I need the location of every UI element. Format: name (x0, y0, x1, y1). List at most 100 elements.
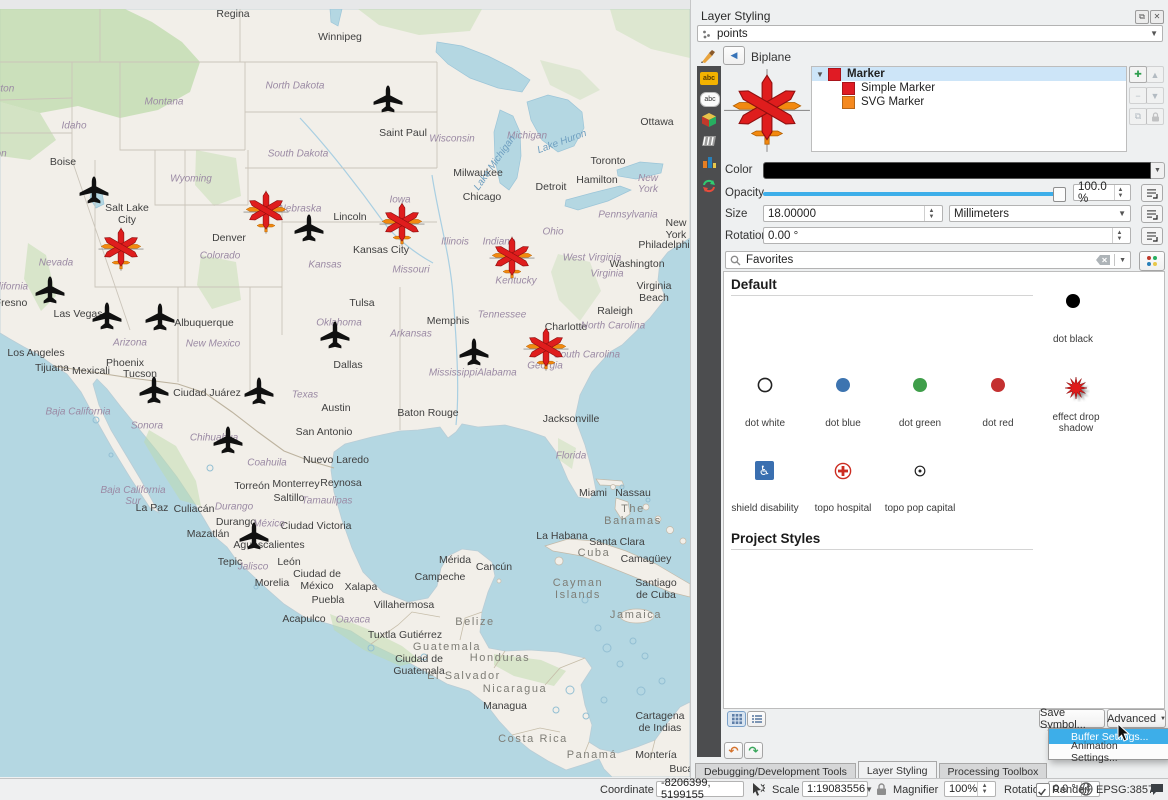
menu-item-animation-settings[interactable]: Animation Settings... (1049, 744, 1168, 759)
tree-row-marker[interactable]: ▼ Marker (812, 67, 1126, 81)
map-label: Tulsa (349, 297, 374, 309)
map-label: Montana (145, 97, 184, 108)
symbol-dot-green[interactable] (912, 377, 928, 398)
redo-button[interactable]: ↷ (744, 742, 763, 759)
stepper-icons[interactable]: ▲▼ (924, 206, 938, 221)
symbol-topo-pop-capital[interactable] (914, 464, 926, 482)
map-label: Chicago (463, 191, 502, 203)
clear-search-icon[interactable] (1096, 255, 1110, 265)
biplane-star-marker[interactable] (375, 198, 429, 252)
rotation-data-defined-button[interactable] (1141, 227, 1163, 245)
expander-icon[interactable]: ▼ (816, 70, 828, 79)
stepper-icons[interactable]: ▲▼ (1112, 228, 1126, 243)
search-icon (730, 255, 741, 266)
crs-globe-icon[interactable] (1079, 782, 1093, 800)
layer-selector[interactable]: points ▼ (697, 25, 1163, 42)
airplane-marker[interactable] (33, 274, 67, 308)
airplane-marker[interactable] (318, 319, 352, 353)
duplicate-button[interactable]: ⧉ (1129, 108, 1147, 125)
lock-button[interactable] (1146, 108, 1164, 125)
float-panel-icon[interactable]: ⧉ (1135, 10, 1149, 24)
symbol-effect-drop-shadow[interactable] (1062, 374, 1090, 407)
symbol-dot-red[interactable] (990, 377, 1006, 398)
opacity-slider[interactable] (763, 192, 1059, 196)
extents-tracking-icon[interactable] (750, 782, 765, 800)
gallery-section-default: Default (731, 277, 777, 292)
symbol-search-input[interactable]: Favorites ▼ (725, 251, 1131, 269)
color-dropdown-icon[interactable]: ▼ (1151, 162, 1165, 179)
stepper-icons[interactable]: ▲▼ (1114, 185, 1126, 200)
airplane-marker[interactable] (457, 336, 491, 370)
back-button[interactable]: ◀ (723, 46, 745, 65)
render-checkbox[interactable] (1036, 783, 1050, 797)
biplane-star-marker[interactable] (239, 186, 293, 240)
scale-value: 1:19083556 (807, 783, 865, 795)
diagrams-icon[interactable] (701, 154, 717, 175)
size-data-defined-button[interactable] (1141, 205, 1163, 223)
masks-icon[interactable] (701, 134, 717, 153)
history-icon[interactable] (701, 178, 717, 199)
coordinate-input[interactable]: -8206399, 5199155 (656, 781, 744, 797)
rotation-spinbox[interactable]: 0.00 ° ▲▼ (763, 227, 1131, 244)
biplane-star-marker[interactable] (94, 223, 148, 277)
add-symbol-layer-button[interactable]: ✚ (1129, 66, 1147, 83)
save-symbol-button[interactable]: Save Symbol... (1039, 709, 1105, 728)
opacity-spinbox[interactable]: 100.0 % ▲▼ (1073, 184, 1131, 201)
airplane-marker[interactable] (143, 301, 177, 335)
callouts-icon[interactable]: abc (700, 92, 720, 107)
map-label: Costa Rica (498, 733, 568, 745)
symbol-topo-hospital[interactable] (834, 462, 852, 485)
lock-icon (1151, 112, 1160, 122)
scale-label: Scale (772, 784, 800, 796)
opacity-data-defined-button[interactable] (1141, 184, 1163, 202)
remove-symbol-layer-button[interactable]: − (1129, 87, 1147, 104)
icon-view-button[interactable] (727, 711, 746, 727)
opacity-slider-handle[interactable] (1053, 187, 1066, 202)
3d-view-icon[interactable] (701, 112, 717, 133)
map-label: Reynosa (320, 477, 361, 489)
map-label: Mérida (439, 554, 471, 566)
symbol-dot-black[interactable] (1065, 293, 1081, 314)
map-canvas[interactable]: ReginaWinnipegSaint PaulOttawaTorontoHam… (0, 9, 690, 777)
crs-label[interactable]: EPSG:3857 (1096, 784, 1154, 796)
airplane-marker[interactable] (137, 374, 171, 408)
lock-scale-icon[interactable] (876, 783, 887, 800)
biplane-star-marker[interactable] (519, 323, 573, 377)
close-panel-icon[interactable]: ✕ (1150, 10, 1164, 24)
airplane-marker[interactable] (242, 375, 276, 409)
search-dropdown-icon[interactable]: ▼ (1119, 257, 1126, 264)
airplane-marker[interactable] (211, 424, 245, 458)
airplane-marker[interactable] (371, 83, 405, 117)
symbol-dot-blue[interactable] (835, 377, 851, 398)
scale-combo[interactable]: 1:19083556 ▼ (802, 781, 868, 797)
undo-button[interactable]: ↶ (724, 742, 743, 759)
magnifier-spinbox[interactable]: 100% ▲▼ (944, 781, 996, 797)
tree-row-svg-marker[interactable]: SVG Marker (812, 95, 1126, 109)
map-label: Ciudad de México (293, 568, 341, 592)
size-unit-combo[interactable]: Millimeters ▼ (949, 205, 1131, 222)
map-label: Jalisco (238, 562, 269, 573)
style-manager-button[interactable] (1139, 251, 1165, 271)
messages-icon[interactable] (1150, 783, 1164, 800)
advanced-button[interactable]: Advanced ▼ (1107, 709, 1166, 728)
symbol-dot-white[interactable] (757, 377, 773, 398)
symbol-shield-disability[interactable]: ♿ (755, 461, 774, 480)
move-down-button[interactable]: ▼ (1146, 87, 1164, 104)
airplane-marker[interactable] (90, 300, 124, 334)
map-label: Baja California (45, 407, 110, 418)
list-view-button[interactable] (747, 711, 766, 727)
map-label: Memphis (427, 315, 470, 327)
color-button[interactable]: ▼ (763, 162, 1165, 179)
airplane-marker[interactable] (237, 520, 271, 554)
rotation-label: Rotation (725, 230, 768, 242)
size-spinbox[interactable]: 18.00000 ▲▼ (763, 205, 943, 222)
move-up-button[interactable]: ▲ (1146, 66, 1164, 83)
map-label: Toronto (590, 155, 625, 167)
tree-row-simple-marker[interactable]: Simple Marker (812, 81, 1126, 95)
biplane-star-marker[interactable] (485, 232, 539, 286)
airplane-marker[interactable] (292, 212, 326, 246)
map-label: Ohio (542, 227, 563, 238)
stepper-icons[interactable]: ▲▼ (977, 782, 991, 796)
labels-icon[interactable]: abc (700, 72, 718, 85)
airplane-marker[interactable] (77, 174, 111, 208)
